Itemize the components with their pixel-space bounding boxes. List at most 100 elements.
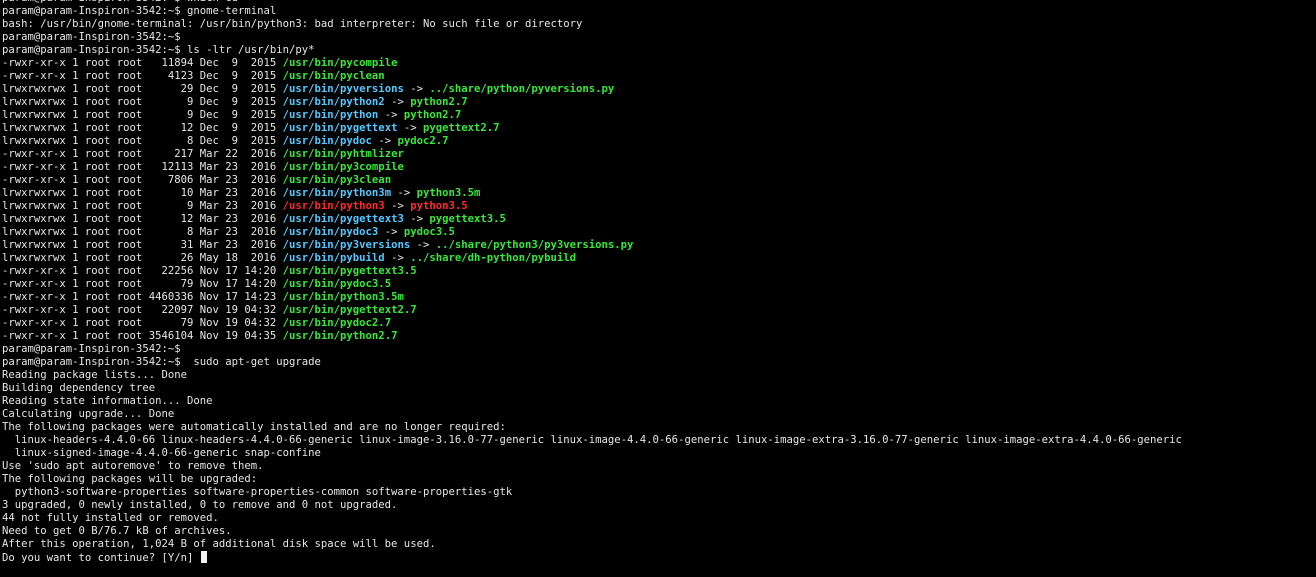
terminal-text-segment: /usr/bin/pygettext3.5 — [282, 265, 417, 277]
terminal-text-segment: param@param-Inspiron-3542:~$ gnome-termi… — [2, 5, 277, 17]
terminal-text-segment: -> — [384, 200, 411, 212]
terminal-text-segment: Use 'sudo apt autoremove' to remove them… — [2, 460, 264, 472]
terminal-text-segment: 44 not fully installed or removed. — [2, 512, 219, 524]
terminal-text-segment: After this operation, 1,024 B of additio… — [2, 538, 436, 550]
terminal-line: -rwxr-xr-x 1 root root 22256 Nov 17 14:2… — [0, 265, 1316, 278]
terminal-line: -rwxr-xr-x 1 root root 79 Nov 19 04:32 /… — [0, 317, 1316, 330]
terminal-text-segment: python3.5 — [410, 200, 468, 212]
terminal-text-segment: lrwxrwxrwx 1 root root 12 Dec 9 2015 — [2, 122, 283, 134]
terminal-line: Use 'sudo apt autoremove' to remove them… — [0, 460, 1316, 473]
terminal-text-segment: -> — [397, 122, 423, 134]
terminal-line: lrwxrwxrwx 1 root root 12 Dec 9 2015 /us… — [0, 122, 1316, 135]
terminal-line: -rwxr-xr-x 1 root root 12113 Mar 23 2016… — [0, 161, 1316, 174]
terminal-text-segment: -rwxr-xr-x 1 root root 22256 Nov 17 14:2… — [2, 265, 283, 277]
terminal-line: The following packages will be upgraded: — [0, 473, 1316, 486]
terminal-line: lrwxrwxrwx 1 root root 9 Mar 23 2016 /us… — [0, 200, 1316, 213]
terminal-text-segment: lrwxrwxrwx 1 root root 8 Dec 9 2015 — [2, 135, 283, 147]
terminal-line: param@param-Inspiron-3542:~$ ls -ltr /us… — [0, 44, 1316, 57]
terminal-text-segment: /usr/bin/python2.7 — [282, 330, 398, 342]
terminal-text-segment: ../share/python/pyversions.py — [429, 83, 615, 95]
terminal-line: lrwxrwxrwx 1 root root 31 Mar 23 2016 /u… — [0, 239, 1316, 252]
terminal-text-segment: /usr/bin/python3 — [282, 200, 385, 212]
terminal-line: linux-signed-image-4.4.0-66-generic snap… — [0, 447, 1316, 460]
terminal-text-segment: -rwxr-xr-x 1 root root 4460336 Nov 17 14… — [2, 291, 283, 303]
terminal-line: The following packages were automaticall… — [0, 421, 1316, 434]
terminal-text-segment: -rwxr-xr-x 1 root root 3546104 Nov 19 04… — [2, 330, 283, 342]
terminal-text-segment: lrwxrwxrwx 1 root root 29 Dec 9 2015 — [2, 83, 283, 95]
terminal-line: -rwxr-xr-x 1 root root 3546104 Nov 19 04… — [0, 330, 1316, 343]
terminal-line: param@param-Inspiron-3542:~$ — [0, 31, 1316, 44]
terminal-text-segment: -rwxr-xr-x 1 root root 11894 Dec 9 2015 — [2, 57, 283, 69]
terminal-text-segment: /usr/bin/pyhtmlizer — [282, 148, 404, 160]
terminal-text-segment: param@param-Inspiron-3542:~$ — [2, 343, 181, 355]
terminal-text-segment: -> — [410, 239, 436, 251]
terminal-line: -rwxr-xr-x 1 root root 4460336 Nov 17 14… — [0, 291, 1316, 304]
terminal-line: Calculating upgrade... Done — [0, 408, 1316, 421]
terminal-text-segment: -> — [371, 135, 398, 147]
terminal-text-segment: pydoc3.5 — [403, 226, 455, 238]
terminal-text-segment: /usr/bin/python — [282, 109, 379, 121]
terminal-text-segment: Need to get 0 B/76.7 kB of archives. — [2, 525, 232, 537]
terminal-line: param@param-Inspiron-3542:~$ gnome-termi… — [0, 5, 1316, 18]
terminal-text-segment: /usr/bin/pydoc2.7 — [282, 317, 392, 329]
terminal-line: lrwxrwxrwx 1 root root 9 Dec 9 2015 /usr… — [0, 109, 1316, 122]
terminal-text-segment: linux-headers-4.4.0-66 linux-headers-4.4… — [2, 434, 1182, 446]
terminal-text-segment: lrwxrwxrwx 1 root root 9 Mar 23 2016 — [2, 200, 283, 212]
terminal-line: param@param-Inspiron-3542:~$ sudo apt-ge… — [0, 356, 1316, 369]
terminal-line: lrwxrwxrwx 1 root root 8 Mar 23 2016 /us… — [0, 226, 1316, 239]
terminal-text-segment: lrwxrwxrwx 1 root root 9 Dec 9 2015 — [2, 109, 283, 121]
terminal-text-segment: /usr/bin/py3clean — [282, 174, 392, 186]
terminal-text-segment: ../share/dh-python/pybuild — [410, 252, 577, 264]
terminal-line: linux-headers-4.4.0-66 linux-headers-4.4… — [0, 434, 1316, 447]
terminal-text-segment: 3 upgraded, 0 newly installed, 0 to remo… — [2, 499, 398, 511]
terminal-line: lrwxrwxrwx 1 root root 8 Dec 9 2015 /usr… — [0, 135, 1316, 148]
terminal-text-segment: The following packages will be upgraded: — [2, 473, 258, 485]
terminal-text-segment: /usr/bin/pycompile — [282, 57, 398, 69]
terminal-text-segment: /usr/bin/pyversions — [282, 83, 404, 95]
terminal-text-segment: /usr/bin/py3compile — [282, 161, 404, 173]
terminal-text-segment: lrwxrwxrwx 1 root root 9 Dec 9 2015 — [2, 96, 283, 108]
terminal-text-segment: /usr/bin/pygettext3 — [282, 213, 404, 225]
terminal-text-segment: lrwxrwxrwx 1 root root 8 Mar 23 2016 — [2, 226, 283, 238]
terminal-text-segment: -> — [391, 187, 417, 199]
terminal-text-segment: /usr/bin/py3versions — [282, 239, 411, 251]
terminal-text-segment: linux-signed-image-4.4.0-66-generic snap… — [2, 447, 321, 459]
terminal-line: -rwxr-xr-x 1 root root 22097 Nov 19 04:3… — [0, 304, 1316, 317]
terminal-line: param@param-Inspiron-3542:~$ — [0, 343, 1316, 356]
terminal-line: Reading state information... Done — [0, 395, 1316, 408]
terminal-text-segment: /usr/bin/pyclean — [282, 70, 385, 82]
terminal-line: After this operation, 1,024 B of additio… — [0, 538, 1316, 551]
terminal-text-segment: param@param-Inspiron-3542:~$ which cd — [2, 0, 238, 4]
terminal-line: -rwxr-xr-x 1 root root 217 Mar 22 2016 /… — [0, 148, 1316, 161]
terminal-text-segment: lrwxrwxrwx 1 root root 10 Mar 23 2016 — [2, 187, 283, 199]
terminal-text-segment: lrwxrwxrwx 1 root root 12 Mar 23 2016 — [2, 213, 283, 225]
terminal-text-segment: param@param-Inspiron-3542:~$ ls -ltr /us… — [2, 44, 315, 56]
terminal-text-segment: python3.5m — [416, 187, 481, 199]
text-cursor — [200, 551, 207, 563]
terminal-line: Need to get 0 B/76.7 kB of archives. — [0, 525, 1316, 538]
terminal-line: 44 not fully installed or removed. — [0, 512, 1316, 525]
terminal-text-segment: pydoc2.7 — [397, 135, 449, 147]
terminal-line: lrwxrwxrwx 1 root root 10 Mar 23 2016 /u… — [0, 187, 1316, 200]
terminal-line: lrwxrwxrwx 1 root root 12 Mar 23 2016 /u… — [0, 213, 1316, 226]
terminal-line: lrwxrwxrwx 1 root root 29 Dec 9 2015 /us… — [0, 83, 1316, 96]
terminal-text-segment: /usr/bin/pydoc — [282, 135, 372, 147]
terminal-text-segment: -> — [403, 213, 430, 225]
terminal-text-segment: -> — [378, 226, 404, 238]
terminal-text-segment: python2.7 — [410, 96, 468, 108]
terminal-text-segment: lrwxrwxrwx 1 root root 26 May 18 2016 — [2, 252, 283, 264]
terminal-text-segment: /usr/bin/pydoc3.5 — [282, 278, 392, 290]
terminal-text-segment: python2.7 — [403, 109, 462, 121]
terminal-text-segment: -rwxr-xr-x 1 root root 22097 Nov 19 04:3… — [2, 304, 283, 316]
terminal-text-segment: /usr/bin/pygettext2.7 — [282, 304, 417, 316]
terminal-output[interactable]: param@param-Inspiron-3542:~$ which cdpar… — [0, 0, 1316, 577]
terminal-line: lrwxrwxrwx 1 root root 9 Dec 9 2015 /usr… — [0, 96, 1316, 109]
terminal-text-segment: -> — [378, 109, 404, 121]
terminal-text-segment: -rwxr-xr-x 1 root root 4123 Dec 9 2015 — [2, 70, 283, 82]
terminal-text-segment: Building dependency tree — [2, 382, 156, 394]
terminal-line: python3-software-properties software-pro… — [0, 486, 1316, 499]
terminal-text-segment: ../share/python3/py3versions.py — [435, 239, 634, 251]
terminal-text-segment: param@param-Inspiron-3542:~$ — [2, 31, 181, 43]
terminal-text-segment: /usr/bin/python3m — [282, 187, 392, 199]
terminal-line: -rwxr-xr-x 1 root root 11894 Dec 9 2015 … — [0, 57, 1316, 70]
